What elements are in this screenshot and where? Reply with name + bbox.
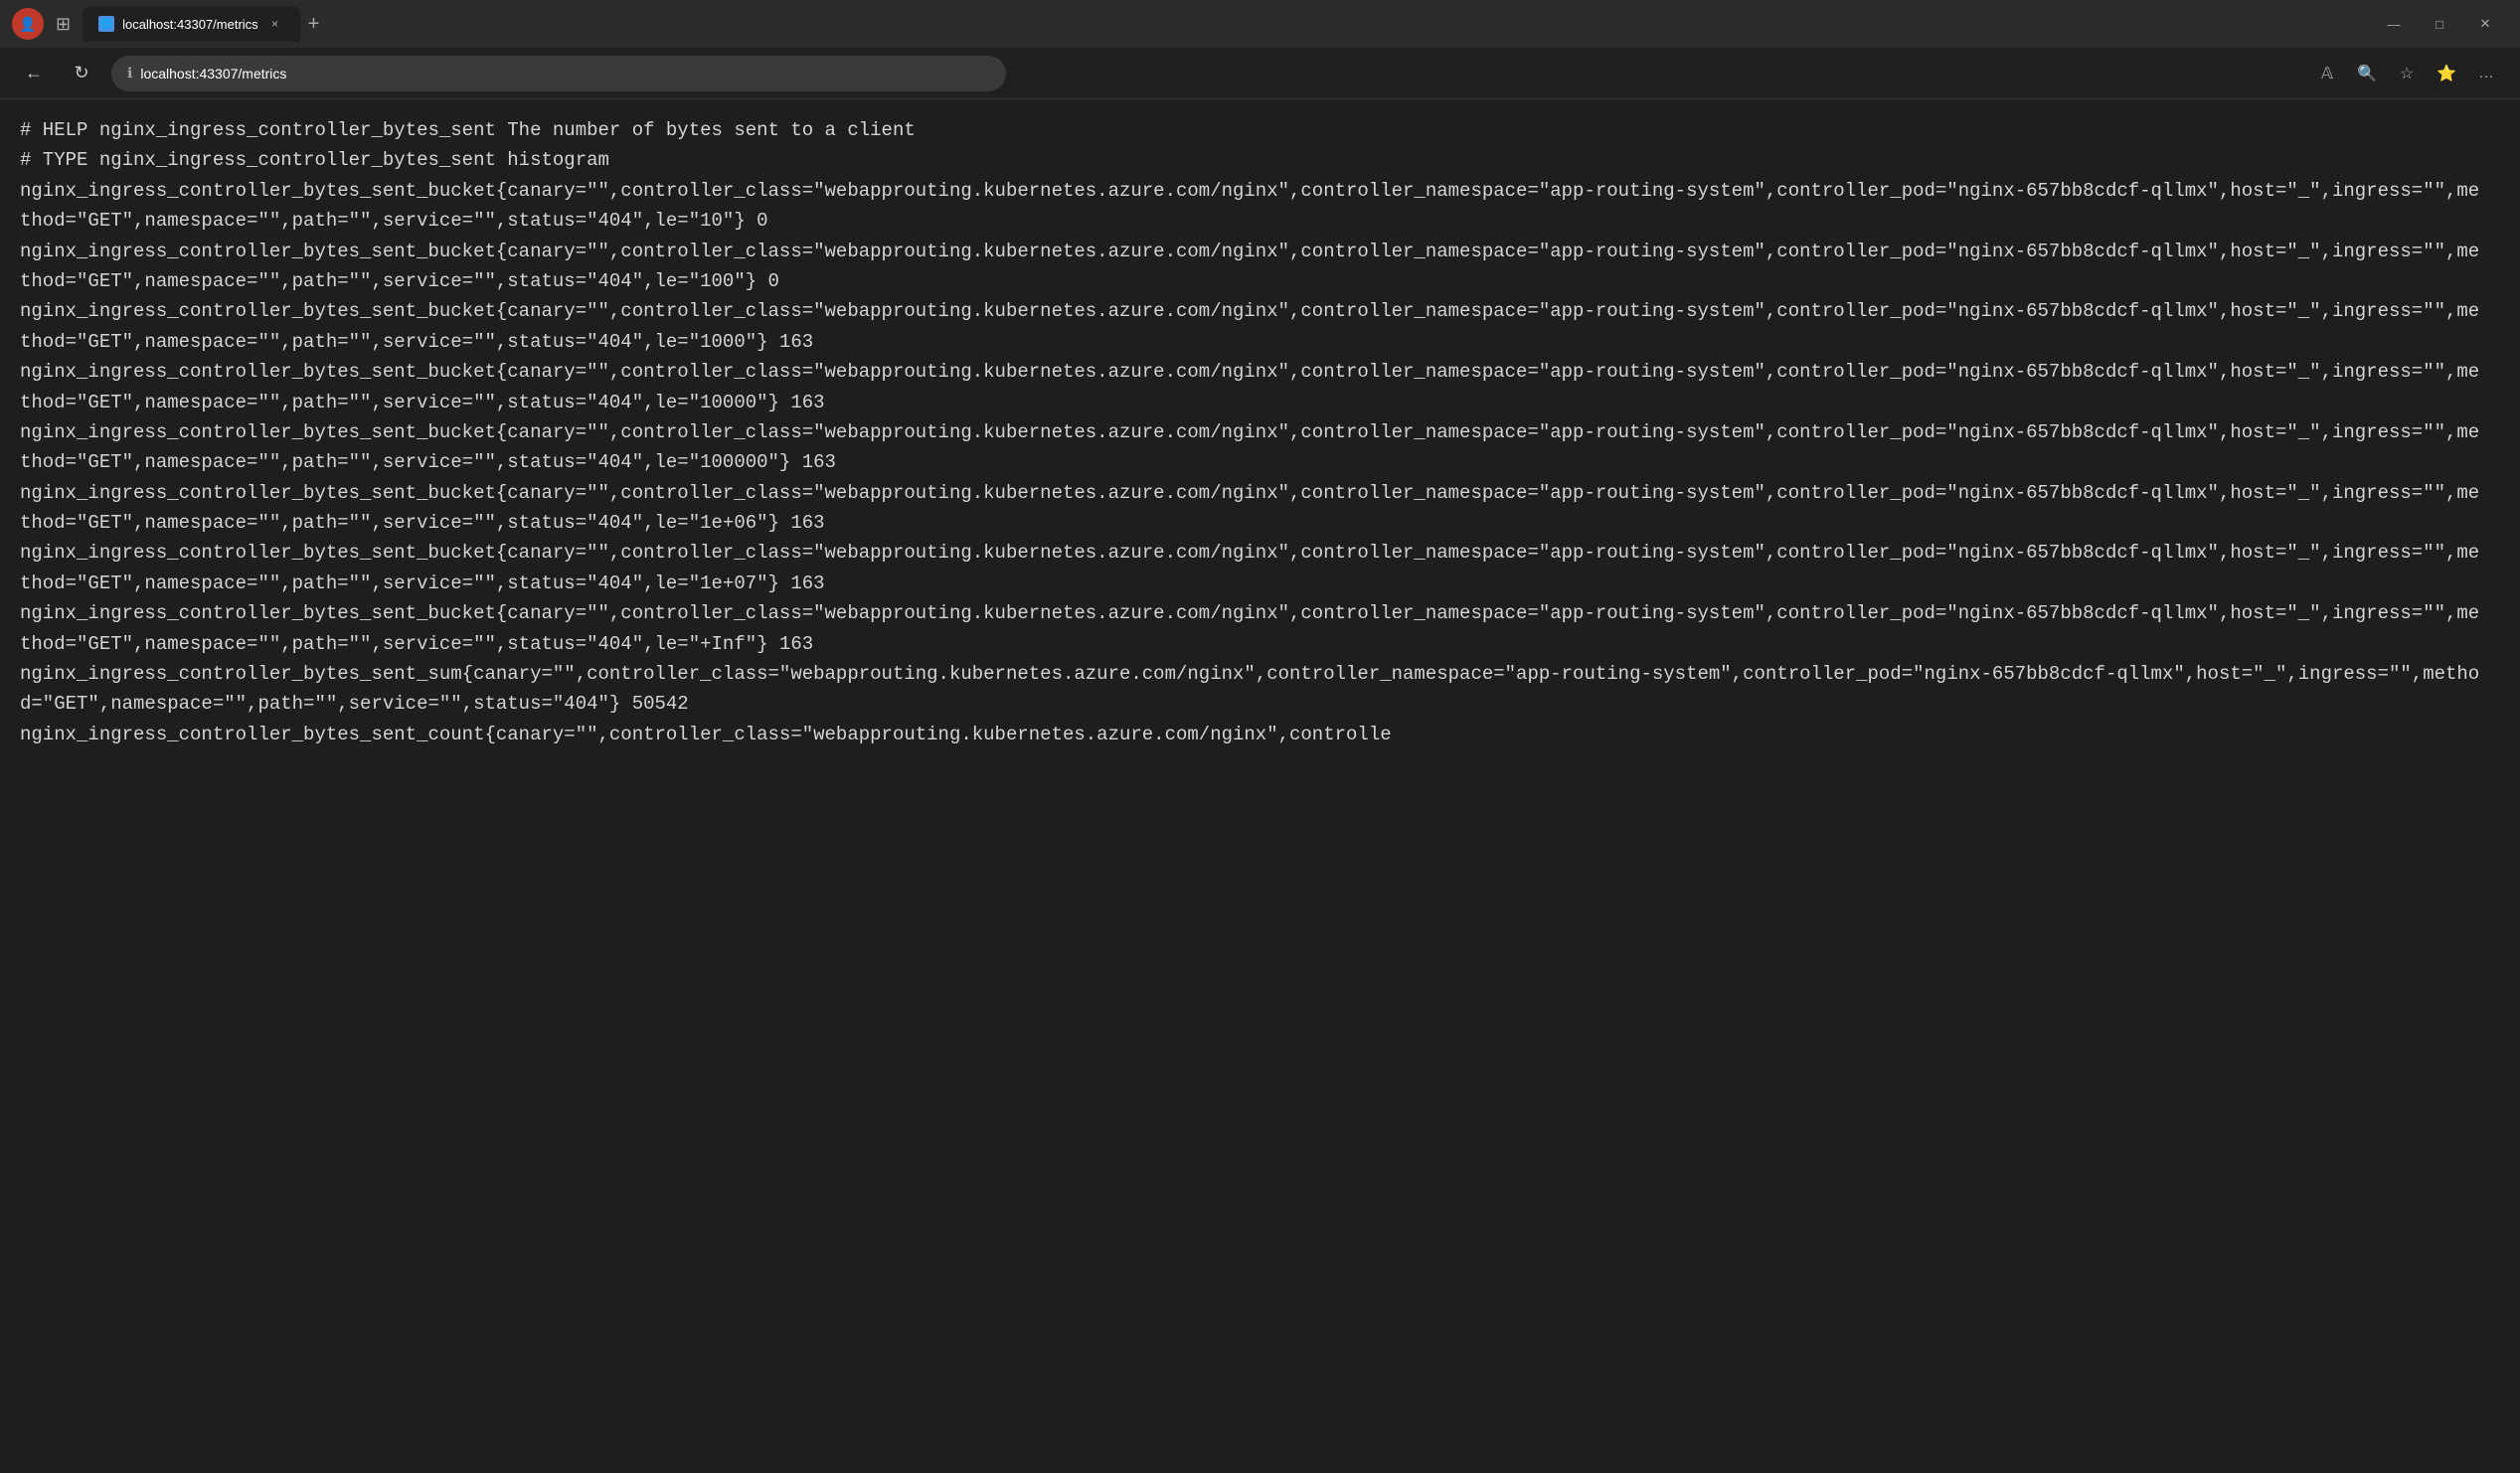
address-bar: ← ↻ ℹ localhost:43307/metrics 𝔸 🔍 ☆ ⭐ … — [0, 48, 2520, 99]
refresh-button[interactable]: ↻ — [64, 56, 99, 91]
favorites-button[interactable]: ☆ — [2389, 56, 2425, 91]
active-tab[interactable]: 🌐 localhost:43307/metrics × — [83, 6, 300, 42]
address-actions: 𝔸 🔍 ☆ ⭐ … — [2309, 56, 2504, 91]
tab-label: localhost:43307/metrics — [122, 17, 258, 32]
window-controls: — □ ✕ — [2371, 0, 2508, 48]
title-bar: 👤 ⊞ 🌐 localhost:43307/metrics × + — □ ✕ — [0, 0, 2520, 48]
maximize-button[interactable]: □ — [2417, 0, 2462, 48]
tab-favicon: 🌐 — [98, 16, 114, 32]
new-tab-button[interactable]: + — [300, 13, 328, 36]
metrics-content: # HELP nginx_ingress_controller_bytes_se… — [20, 115, 2500, 1457]
layout-icon[interactable]: ⊞ — [56, 14, 71, 35]
back-button[interactable]: ← — [16, 56, 52, 91]
info-icon: ℹ — [127, 65, 132, 82]
close-button[interactable]: ✕ — [2462, 0, 2508, 48]
address-text: localhost:43307/metrics — [140, 66, 990, 82]
address-input-container[interactable]: ℹ localhost:43307/metrics — [111, 56, 1006, 91]
avatar-icon: 👤 — [19, 16, 36, 33]
collections-button[interactable]: ⭐ — [2429, 56, 2464, 91]
content-area: # HELP nginx_ingress_controller_bytes_se… — [0, 99, 2520, 1473]
tab-close-button[interactable]: × — [266, 15, 284, 33]
zoom-button[interactable]: 🔍 — [2349, 56, 2385, 91]
more-button[interactable]: … — [2468, 56, 2504, 91]
minimize-button[interactable]: — — [2371, 0, 2417, 48]
tab-bar: 🌐 localhost:43307/metrics × + — [83, 6, 2359, 42]
profile-avatar[interactable]: 👤 — [12, 8, 44, 40]
reader-mode-button[interactable]: 𝔸 — [2309, 56, 2345, 91]
